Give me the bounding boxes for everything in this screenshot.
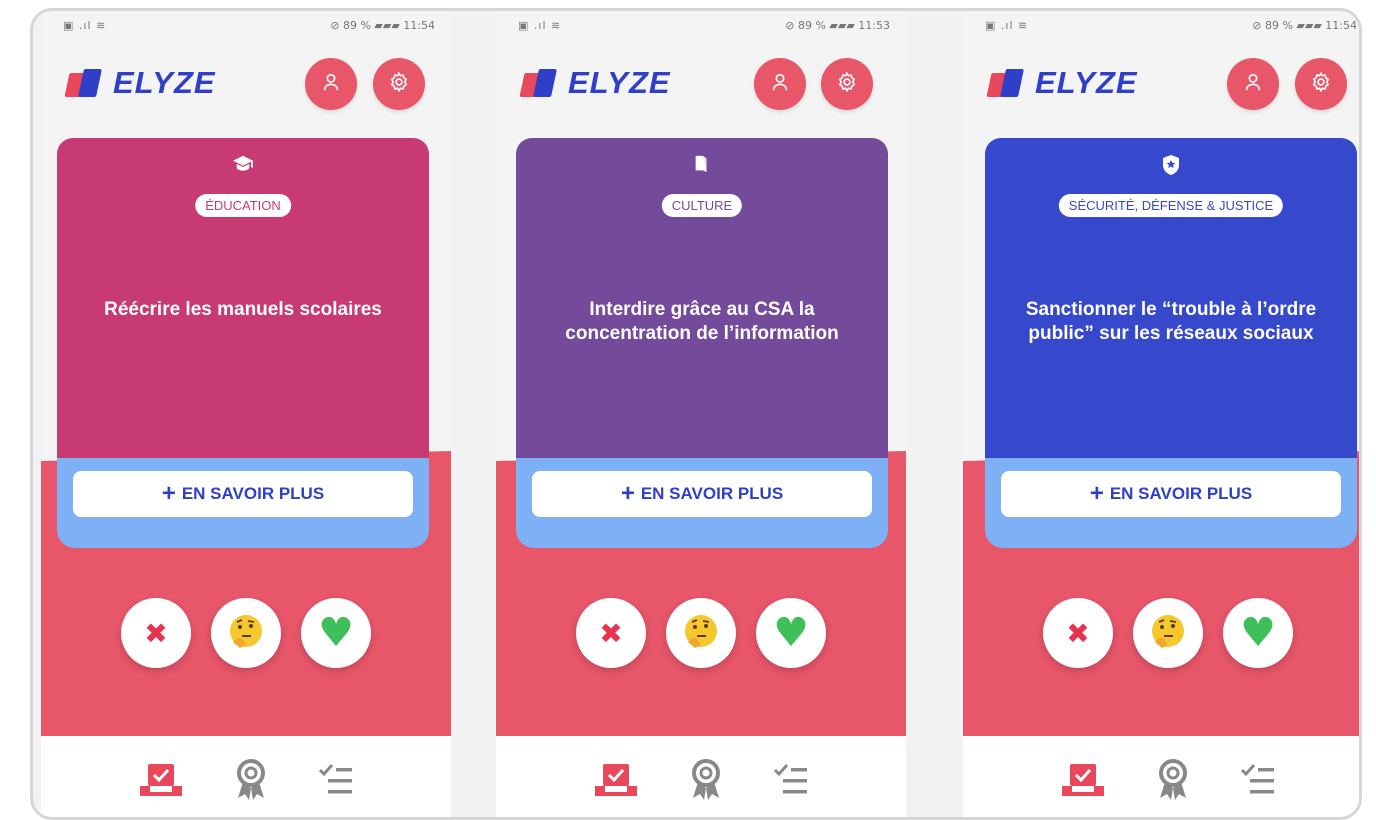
learn-more-button[interactable]: + EN SAVOIR PLUS [1001, 471, 1341, 517]
ballot-box-icon [591, 760, 641, 800]
proposal-card[interactable]: SÉCURITÉ, DÉFENSE & JUSTICE Sanctionner … [985, 138, 1357, 548]
unsure-button[interactable] [211, 598, 281, 668]
phone-screen: ▣ .ıl ≋ ⊘ 89 % ▰▰▰ 11:54 ELYZE SÉCURITÉ,… [963, 11, 1359, 817]
screenshots-frame: ▣ .ıl ≋ ⊘ 89 % ▰▰▰ 11:54 ELYZE ÉDUCATION… [30, 8, 1362, 820]
results-tab[interactable] [1238, 762, 1278, 798]
status-icons-right: ⊘ 89 % ▰▰▰ 11:54 [330, 19, 435, 32]
agree-button[interactable]: ♥ [1223, 598, 1293, 668]
profile-button[interactable] [305, 58, 357, 110]
ballot-box-icon [1058, 760, 1108, 800]
status-bar: ▣ .ıl ≋ ⊘ 89 % ▰▰▰ 11:53 [496, 17, 906, 35]
gear-icon [836, 71, 858, 98]
status-icons-left: ▣ .ıl ≋ [518, 19, 562, 32]
disagree-button[interactable]: ✖ [121, 598, 191, 668]
profile-button[interactable] [1227, 58, 1279, 110]
police-badge-icon [1161, 154, 1181, 181]
status-icons-right: ⊘ 89 % ▰▰▰ 11:54 [1252, 19, 1357, 32]
cards-logo-icon [64, 67, 105, 99]
award-icon [234, 758, 268, 802]
proposal-card[interactable]: CULTURE Interdire grâce au CSA la concen… [516, 138, 888, 548]
proposal-text: Interdire grâce au CSA la concentration … [565, 299, 839, 344]
phone-screen: ▣ .ıl ≋ ⊘ 89 % ▰▰▰ 11:53 ELYZE CULTURE I… [496, 11, 906, 817]
category-badge: SÉCURITÉ, DÉFENSE & JUSTICE [1058, 194, 1284, 217]
cards-logo-icon [519, 67, 560, 99]
proposal-text: Réécrire les manuels scolaires [104, 299, 382, 320]
vote-buttons: ✖ ♥ [496, 598, 906, 668]
category-badge: ÉDUCATION [195, 194, 291, 217]
heart-icon: ♥ [318, 610, 354, 656]
settings-button[interactable] [1295, 58, 1347, 110]
app-name: ELYZE [113, 65, 216, 100]
heart-icon: ♥ [1240, 610, 1276, 656]
thinking-face-icon [227, 612, 265, 655]
vote-tab[interactable] [591, 760, 641, 800]
thinking-face-icon [682, 612, 720, 655]
vote-tab[interactable] [136, 760, 186, 800]
proposal-text: Sanctionner le “trouble à l’ordre public… [1025, 299, 1317, 344]
plus-icon: + [1089, 480, 1104, 507]
learn-more-label: EN SAVOIR PLUS [1109, 484, 1253, 503]
status-icons-left: ▣ .ıl ≋ [985, 19, 1029, 32]
checklist-icon [316, 762, 356, 798]
learn-more-button[interactable]: + EN SAVOIR PLUS [73, 471, 413, 517]
vote-tab[interactable] [1058, 760, 1108, 800]
badges-tab[interactable] [234, 758, 268, 802]
status-icons-right: ⊘ 89 % ▰▰▰ 11:53 [785, 19, 890, 32]
learn-more-button[interactable]: + EN SAVOIR PLUS [532, 471, 872, 517]
book-icon [693, 154, 711, 179]
award-icon [689, 758, 723, 802]
status-bar: ▣ .ıl ≋ ⊘ 89 % ▰▰▰ 11:54 [41, 17, 451, 35]
results-tab[interactable] [316, 762, 356, 798]
disagree-button[interactable]: ✖ [576, 598, 646, 668]
gear-icon [388, 71, 410, 98]
bottom-tab-bar [963, 736, 1359, 817]
plus-icon: + [620, 480, 635, 507]
checklist-icon [771, 762, 811, 798]
user-icon [320, 71, 342, 98]
phone-screen: ▣ .ıl ≋ ⊘ 89 % ▰▰▰ 11:54 ELYZE ÉDUCATION… [41, 11, 451, 817]
thinking-face-icon [1149, 612, 1187, 655]
user-icon [769, 71, 791, 98]
learn-more-label: EN SAVOIR PLUS [181, 484, 325, 503]
results-tab[interactable] [771, 762, 811, 798]
badges-tab[interactable] [1156, 758, 1190, 802]
unsure-button[interactable] [666, 598, 736, 668]
settings-button[interactable] [373, 58, 425, 110]
app-name: ELYZE [1035, 65, 1138, 100]
proposal-card[interactable]: ÉDUCATION Réécrire les manuels scolaires… [57, 138, 429, 548]
app-logo: ELYZE [519, 63, 671, 103]
plus-icon: + [161, 480, 176, 507]
badges-tab[interactable] [689, 758, 723, 802]
app-logo: ELYZE [986, 63, 1138, 103]
cross-icon: ✖ [1066, 616, 1090, 650]
learn-more-label: EN SAVOIR PLUS [640, 484, 784, 503]
app-name: ELYZE [568, 65, 671, 100]
profile-button[interactable] [754, 58, 806, 110]
category-badge: CULTURE [661, 194, 743, 217]
checklist-icon [1238, 762, 1278, 798]
user-icon [1242, 71, 1264, 98]
cross-icon: ✖ [144, 616, 168, 650]
bottom-tab-bar [41, 736, 451, 817]
status-icons-left: ▣ .ıl ≋ [63, 19, 107, 32]
cards-logo-icon [986, 67, 1027, 99]
agree-button[interactable]: ♥ [756, 598, 826, 668]
app-logo: ELYZE [64, 63, 216, 103]
settings-button[interactable] [821, 58, 873, 110]
vote-buttons: ✖ ♥ [41, 598, 451, 668]
agree-button[interactable]: ♥ [301, 598, 371, 668]
award-icon [1156, 758, 1190, 802]
gear-icon [1310, 71, 1332, 98]
graduation-cap-icon [232, 154, 254, 177]
status-bar: ▣ .ıl ≋ ⊘ 89 % ▰▰▰ 11:54 [963, 17, 1359, 35]
heart-icon: ♥ [773, 610, 809, 656]
disagree-button[interactable]: ✖ [1043, 598, 1113, 668]
unsure-button[interactable] [1133, 598, 1203, 668]
vote-buttons: ✖ ♥ [963, 598, 1359, 668]
bottom-tab-bar [496, 736, 906, 817]
ballot-box-icon [136, 760, 186, 800]
cross-icon: ✖ [599, 616, 623, 650]
